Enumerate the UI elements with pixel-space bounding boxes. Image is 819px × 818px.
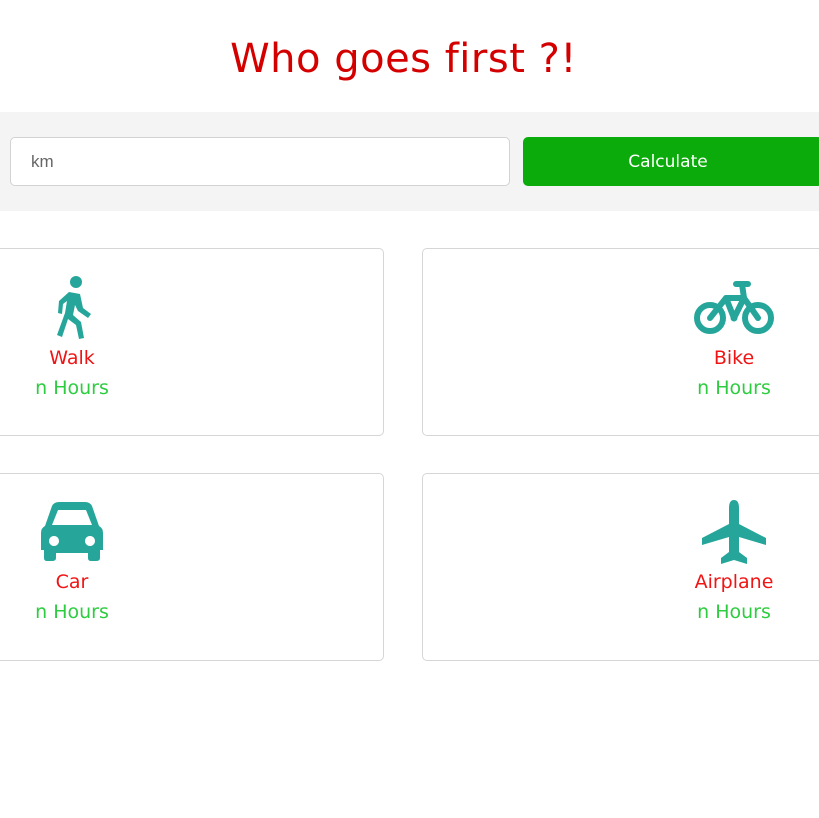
vehicle-time: n Hours [697, 601, 771, 623]
vehicle-car: Car n Hours [12, 498, 132, 624]
car-icon [27, 498, 117, 566]
vehicle-time: n Hours [697, 377, 771, 399]
distance-form: Calculate [0, 112, 819, 211]
vehicle-name: Car [55, 571, 89, 593]
vehicle-name: Walk [49, 347, 95, 369]
vehicle-walk: Walk n Hours [12, 274, 132, 400]
calculate-button[interactable]: Calculate [523, 137, 819, 186]
airplane-icon [689, 498, 779, 566]
vehicle-airplane: Airplane n Hours [674, 498, 794, 624]
vehicle-time: n Hours [35, 377, 109, 399]
distance-input[interactable] [10, 137, 510, 186]
vehicle-name: Airplane [694, 571, 774, 593]
bicycle-icon [689, 274, 779, 342]
vehicle-name: Bike [713, 347, 755, 369]
vehicle-bike: Bike n Hours [674, 274, 794, 400]
walking-icon [27, 274, 117, 342]
page-title: Who goes first ?! [230, 36, 577, 82]
vehicle-time: n Hours [35, 601, 109, 623]
